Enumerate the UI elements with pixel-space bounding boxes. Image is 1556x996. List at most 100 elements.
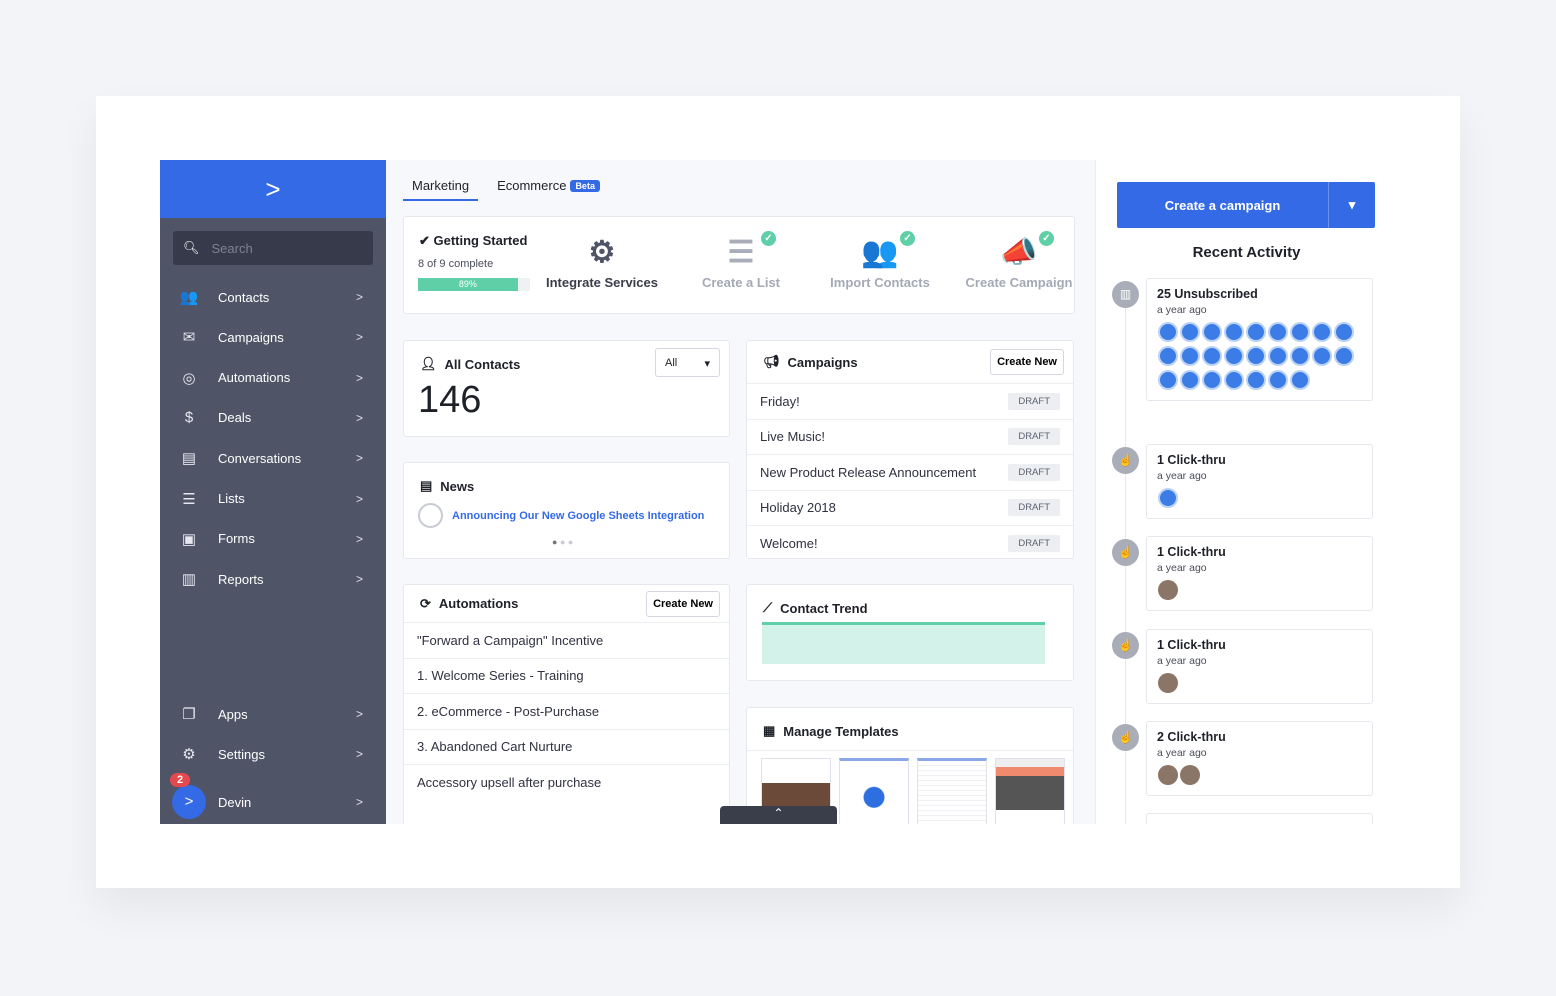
check-icon: ✓ [761,231,776,246]
megaphone-icon: 📢︎ [763,354,780,369]
create-automation-button[interactable]: Create New [646,590,720,617]
envelope-icon: ✉ [182,329,196,347]
news-card: ▤ News Announcing Our New Google Sheets I… [403,462,730,559]
dollar-icon: $ [184,409,194,427]
automation-row[interactable]: 1. Welcome Series - Training [404,657,729,694]
app: > 🔍︎ 👥Contacts>✉Campaigns>◎Automations>$… [160,160,1396,824]
search-input[interactable] [211,240,352,256]
campaign-row[interactable]: Holiday 2018 DRAFT [747,489,1073,526]
sidebar-item-deals[interactable]: $ Deals > [160,398,386,438]
step-create-a-list[interactable]: ☰ ✓ Create a List [661,231,821,290]
chevron-right-icon: > [356,707,364,721]
automation-row[interactable]: Accessory upsell after purchase [404,764,729,800]
activity-title: 1 Click-thru [1157,453,1226,467]
create-campaign-small-button[interactable]: Create New [990,349,1064,375]
right-panel: Create a campaign ▾ Recent Activity ▥ 25 … [1095,160,1396,824]
avatar [1180,346,1200,366]
trend-title: Contact Trend [780,600,868,616]
sidebar-item-forms[interactable]: ▣ Forms > [160,519,386,559]
status-badge: DRAFT [1008,428,1060,446]
activity-item[interactable] [1146,813,1373,824]
avatar [1202,322,1222,342]
activity-item[interactable]: 1 Click-thru a year ago [1146,444,1373,519]
automation-row[interactable]: 3. Abandoned Cart Nurture [404,728,729,765]
carousel-dots[interactable]: ● ● ● [552,537,573,547]
activity-time: a year ago [1157,470,1207,482]
contacts-filter-select[interactable]: All ▾ [655,348,720,377]
campaign-name: Live Music! [760,429,826,445]
campaign-row[interactable]: Welcome! DRAFT [747,525,1073,561]
activity-item[interactable]: 2 Click-thru a year ago [1146,721,1373,796]
activity-title: 1 Click-thru [1157,545,1226,559]
activity-time: a year ago [1157,562,1207,574]
campaign-row[interactable]: New Product Release Announcement DRAFT [747,454,1073,490]
check-icon: ✓ [1039,231,1054,246]
avatar [1158,765,1178,785]
chevron-right-icon: > [356,491,364,506]
avatar [1246,322,1266,342]
create-campaign-button[interactable]: Create a campaign [1117,182,1328,228]
automations-icon: ◎ [182,369,196,387]
sidebar-item-reports[interactable]: ▥ Reports > [160,559,386,599]
campaigns-card: 📢︎ Campaigns Create New Friday! DRAFT Live … [746,340,1074,559]
campaign-row[interactable]: Live Music! DRAFT [747,418,1073,455]
automation-name: Accessory upsell after purchase [417,774,602,790]
search-icon: 🔍︎ [183,240,200,255]
getting-started-card: ✔ Getting Started 8 of 9 complete 89% ⚙ I… [403,216,1075,314]
chevron-right-icon: > [356,290,364,304]
sidebar-item-campaigns[interactable]: ✉ Campaigns > [160,317,386,357]
caret-down-icon[interactable]: ▾ [1328,182,1375,228]
step-label: Create Campaign [965,275,1073,290]
news-link[interactable]: Announcing Our New Google Sheets Integra… [452,510,704,522]
campaign-row[interactable]: Friday! DRAFT [747,383,1073,419]
sidebar-item-lists[interactable]: ☰ Lists > [160,479,386,519]
activity-item[interactable]: 1 Click-thru a year ago [1146,629,1373,704]
avatar [1268,370,1288,390]
progress-fill: 89% [418,278,518,291]
step-import-contacts[interactable]: 👥 ✓ Import Contacts [800,231,960,290]
search-box[interactable]: 🔍︎ [173,231,373,265]
sidebar-item-label: Forms [218,531,255,547]
template-thumbnail[interactable] [917,758,987,824]
templates-title: Manage Templates [783,723,899,739]
chevron-right-icon: > [356,330,364,345]
campaign-name: Holiday 2018 [760,500,836,516]
automation-row[interactable]: 2. eCommerce - Post-Purchase [404,693,729,729]
activity-item[interactable]: 1 Click-thru a year ago [1146,536,1373,611]
sidebar-item-automations[interactable]: ◎ Automations > [160,358,386,398]
avatar [1202,370,1222,390]
step-label: Import Contacts [830,275,930,290]
filter-value: All [665,357,678,369]
sidebar-item-contacts[interactable]: 👥 Contacts > [160,277,386,317]
chevron-right-icon: > [356,451,364,466]
step-integrate-services[interactable]: ⚙ Integrate Services [522,235,682,290]
avatar [1180,322,1200,342]
click-icon: ☝ [1112,447,1139,474]
click-icon: ☝ [1112,539,1139,566]
main: Marketing Ecommerce Beta ✔ Getting Starte… [386,160,1095,824]
template-thumbnail[interactable] [839,758,909,824]
step-create-campaign[interactable]: 📣 ✓ Create Campaign [939,231,1074,290]
progress-bar: 89% [418,278,530,291]
forms-icon: ▣ [181,530,197,548]
contacts-icon: 👥 [179,289,199,306]
sidebar-item-conversations[interactable]: ▤ Conversations > [160,438,386,478]
activity-title: 25 Unsubscribed [1157,287,1258,301]
check-icon: ✓ [900,231,915,246]
chevron-right-icon: > [356,795,364,809]
automation-name: 3. Abandoned Cart Nurture [417,739,573,755]
automation-row[interactable]: "Forward a Campaign" Incentive [404,622,729,658]
chevron-right-icon: > [356,410,364,425]
activity-item[interactable]: 25 Unsubscribed a year ago [1146,278,1373,401]
tab-marketing[interactable]: Marketing [403,176,479,201]
logo-icon[interactable]: > [160,160,386,218]
tab-ecommerce[interactable]: Ecommerce Beta [488,176,609,201]
template-thumbnail[interactable] [995,758,1065,824]
collapse-chevron-up-button[interactable]: ⌃ [720,806,837,824]
avatar: > [172,785,206,819]
sidebar-item-apps[interactable]: ❐ Apps > [160,694,386,734]
recent-activity-title: Recent Activity [1192,244,1301,261]
automations-card: ⟳ Automations Create New "Forward a Campa… [403,584,730,824]
sidebar-item-settings[interactable]: ⚙ Settings > [160,734,386,774]
sidebar-item-user[interactable]: >2 Devin > [160,773,386,822]
